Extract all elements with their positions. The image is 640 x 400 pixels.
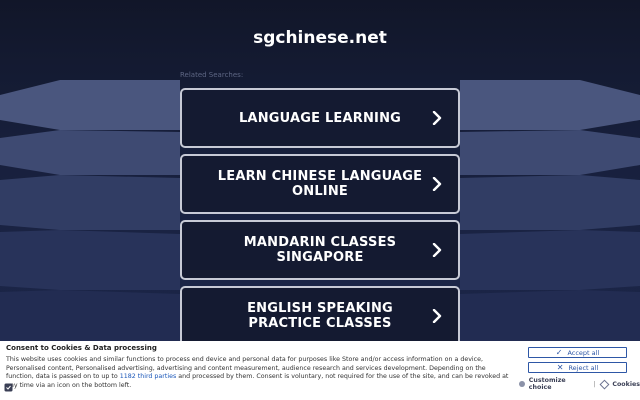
consent-title: Consent to Cookies & Data processing bbox=[6, 344, 157, 352]
cookies-link[interactable]: Cookies bbox=[612, 381, 640, 388]
related-search-label: ENGLISH SPEAKING PRACTICE CLASSES bbox=[247, 301, 393, 331]
privacy-settings-icon[interactable] bbox=[4, 383, 13, 392]
related-search-label: LANGUAGE LEARNING bbox=[238, 110, 402, 126]
link-separator: | bbox=[593, 380, 596, 388]
related-search-english-speaking-practice-classes[interactable]: ENGLISH SPEAKING PRACTICE CLASSES bbox=[180, 286, 460, 346]
close-icon: ✕ bbox=[556, 362, 564, 372]
related-searches-list: LANGUAGE LEARNING LEARN CHINESE LANGUAGE… bbox=[180, 88, 460, 352]
chevron-right-icon bbox=[432, 309, 442, 323]
reject-all-button[interactable]: ✕ Reject all bbox=[528, 362, 627, 373]
related-search-label: LEARN CHINESE LANGUAGE ONLINE bbox=[217, 169, 423, 199]
chevron-right-icon bbox=[432, 243, 442, 257]
chevron-right-icon bbox=[432, 177, 442, 191]
settings-dot-icon bbox=[519, 381, 525, 387]
cookie-diamond-icon bbox=[599, 379, 609, 389]
related-search-learn-chinese-language-online[interactable]: LEARN CHINESE LANGUAGE ONLINE bbox=[180, 154, 460, 214]
customize-choice-link[interactable]: Customize choice bbox=[529, 377, 589, 391]
related-search-language-learning[interactable]: LANGUAGE LEARNING bbox=[180, 88, 460, 148]
third-parties-link[interactable]: 1182 third parties bbox=[120, 373, 177, 380]
related-searches-label: Related Searches: bbox=[180, 71, 244, 79]
accept-all-button[interactable]: ✓ Accept all bbox=[528, 347, 627, 358]
reject-all-label: Reject all bbox=[568, 363, 599, 372]
consent-secondary-links: Customize choice | Cookies bbox=[519, 377, 640, 391]
consent-description: This website uses cookies and similar fu… bbox=[6, 356, 512, 390]
related-search-label: MANDARIN CLASSES SINGAPORE bbox=[243, 235, 397, 265]
check-icon: ✓ bbox=[555, 347, 563, 357]
site-title: sgchinese.net bbox=[253, 28, 387, 48]
cookie-consent-banner: Consent to Cookies & Data processing Thi… bbox=[0, 341, 640, 400]
related-search-mandarin-classes-singapore[interactable]: MANDARIN CLASSES SINGAPORE bbox=[180, 220, 460, 280]
chevron-right-icon bbox=[432, 111, 442, 125]
accept-all-label: Accept all bbox=[567, 348, 600, 357]
